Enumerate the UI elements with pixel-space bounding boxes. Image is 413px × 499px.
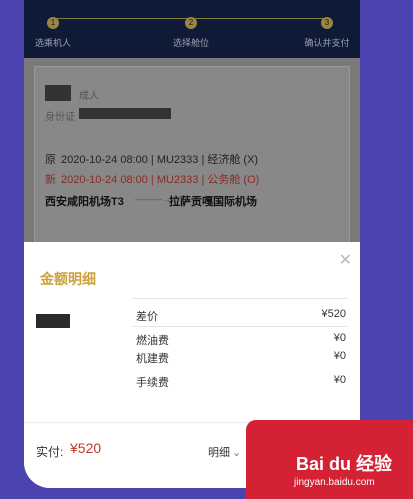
fee-label: 燃油费: [136, 335, 169, 347]
new-flight-prefix: 新: [45, 174, 56, 186]
fee-row-airport-construction: 机建费 ¥0: [136, 350, 346, 366]
paid-amount: ¥520: [70, 440, 102, 456]
step-select-passenger: 1 选乘机人: [24, 12, 108, 49]
fee-row-price-difference: 差价 ¥520: [136, 308, 346, 324]
step-label: 选择舱位: [172, 38, 209, 48]
redacted-id-number: [79, 108, 171, 119]
departure-airport: 西安咸阳机场T3: [45, 196, 124, 208]
fee-row-service: 手续费 ¥0: [136, 374, 346, 390]
step-number: 1: [47, 17, 59, 29]
divider: [132, 326, 348, 327]
fee-value: ¥520: [321, 308, 346, 320]
redacted-passenger-name: [36, 314, 70, 328]
fee-row-fuel: 燃油费 ¥0: [136, 332, 346, 348]
passenger-flight-card: 成人 身份证 原 2020-10-24 08:00 | MU2333 | 经济舱…: [34, 66, 350, 246]
fee-value: ¥0: [333, 374, 346, 386]
original-flight-info: 2020-10-24 08:00 | MU2333 | 经济舱 (X): [61, 154, 259, 166]
baidu-jingyan-watermark: Bai du 经验 jingyan.baidu.com: [246, 420, 413, 499]
fee-label: 手续费: [136, 377, 169, 389]
chevron-down-icon: ⌄: [232, 447, 242, 459]
original-flight-prefix: 原: [45, 154, 56, 166]
passenger-type: 成人: [79, 91, 99, 102]
step-confirm-pay: 3 确认并支付: [272, 12, 360, 49]
new-flight-info: 2020-10-24 08:00 | MU2333 | 公务舱 (O): [61, 174, 260, 186]
route-arrow-icon: ———→: [135, 194, 171, 204]
fee-label: 机建费: [136, 353, 169, 365]
booking-stepper: 1 选乘机人 2 选择舱位 3 确认并支付: [24, 0, 360, 58]
step-number: 3: [321, 17, 333, 29]
step-select-cabin: 2 选择舱位: [136, 12, 246, 49]
detail-label: 明细: [208, 447, 230, 459]
watermark-url: jingyan.baidu.com: [294, 477, 375, 488]
fee-value: ¥0: [333, 332, 346, 344]
detail-toggle[interactable]: 明细 ⌄: [208, 444, 241, 460]
phone-screen: 1 选乘机人 2 选择舱位 3 确认并支付 成人 身份证 原 2020-10-2…: [24, 0, 360, 488]
arrival-airport: 拉萨贡嘎国际机场: [169, 196, 257, 208]
divider: [132, 298, 348, 299]
step-label: 确认并支付: [304, 38, 350, 48]
watermark-logo: Bai du 经验: [296, 454, 393, 474]
redacted-passenger-name: [45, 85, 71, 101]
paid-label: 实付:: [36, 445, 64, 459]
step-number: 2: [185, 17, 197, 29]
sheet-title: 金额明细: [40, 271, 96, 287]
id-label: 身份证: [45, 112, 75, 123]
step-label: 选乘机人: [34, 38, 71, 48]
fee-value: ¥0: [333, 350, 346, 362]
fee-label: 差价: [136, 311, 158, 323]
close-icon[interactable]: ✕: [339, 250, 352, 270]
